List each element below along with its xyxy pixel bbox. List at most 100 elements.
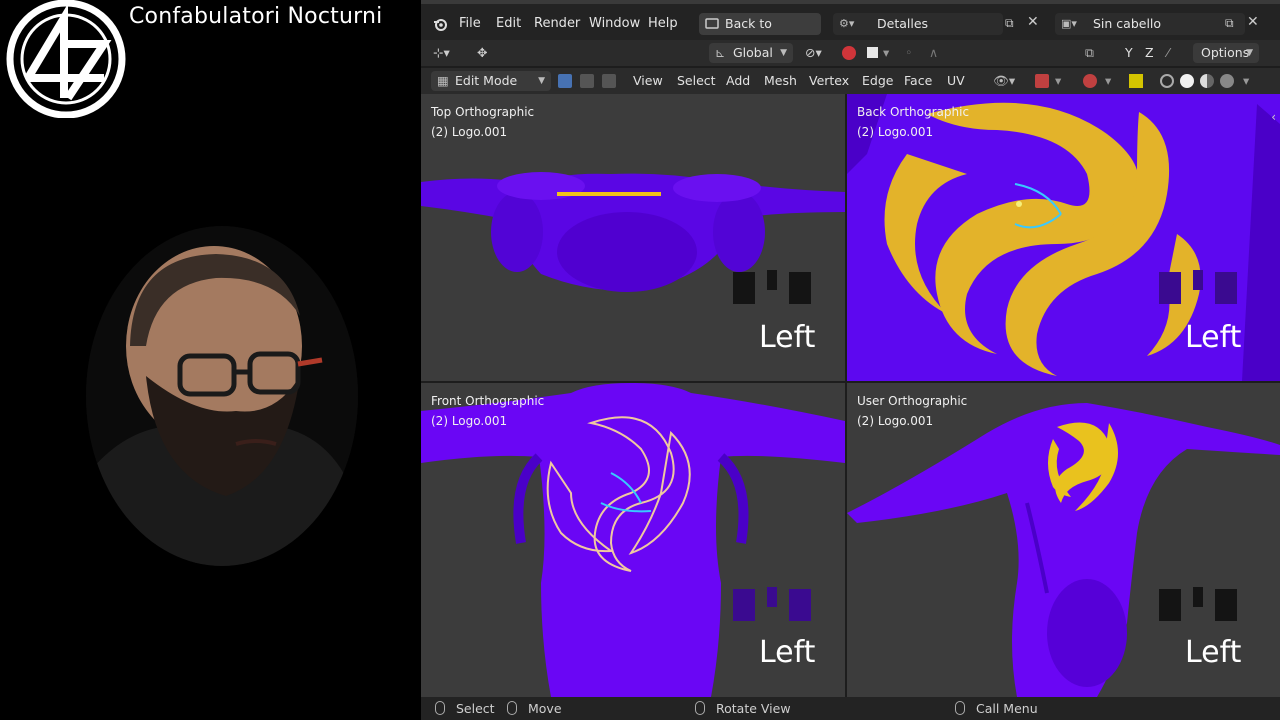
menu-view[interactable]: View (633, 68, 663, 94)
workspace-name: Detalles (877, 16, 929, 31)
channel-logo (6, 0, 126, 118)
scene-selector[interactable]: ▣▾ Sin cabello (1055, 13, 1245, 35)
scene-name: Sin cabello (1093, 16, 1162, 31)
viewport-top[interactable]: Top Orthographic (2) Logo.001 Left (421, 94, 845, 381)
viewport-object: (2) Logo.001 (431, 414, 508, 428)
options-dropdown[interactable]: Options ▼ (1193, 43, 1259, 63)
face-select-icon[interactable] (602, 74, 616, 88)
viewport-corner-text: Left (759, 635, 816, 670)
overlay-chevron-icon[interactable]: ▾ (883, 40, 889, 66)
chevron-down-icon: ▼ (780, 48, 787, 58)
snap-icon[interactable]: ⊘▾ (805, 40, 822, 66)
gizmo-toggle-icon[interactable] (1035, 74, 1049, 88)
viewport-front-label: Front Orthographic (2) Logo.001 (431, 391, 544, 431)
viewport-top-label: Top Orthographic (2) Logo.001 (431, 102, 534, 142)
material-shading-icon[interactable] (1200, 74, 1214, 88)
orientation-value: Global (733, 45, 773, 60)
viewport-user-label: User Orthographic (2) Logo.001 (857, 391, 967, 431)
right-mouse-icon (955, 701, 965, 715)
viewport-name: Front Orthographic (431, 394, 545, 408)
menu-mesh[interactable]: Mesh (764, 68, 797, 94)
menu-help[interactable]: Help (648, 10, 678, 38)
navigation-gizmo[interactable] (1159, 270, 1239, 304)
viewport-name: User Orthographic (857, 394, 968, 408)
webcam-feed (86, 226, 358, 566)
overlay-toggle-icon[interactable] (867, 47, 878, 58)
overlays-chevron-icon[interactable]: ▾ (1105, 68, 1111, 94)
close-scene-icon[interactable]: ✕ (1247, 14, 1259, 30)
move-tool-icon[interactable]: ✥ (477, 40, 487, 66)
middle-mouse-icon (695, 701, 705, 715)
status-call-menu: Call Menu (976, 701, 1038, 716)
vertex-select-icon[interactable] (558, 74, 572, 88)
orientation-dropdown[interactable]: ⊾ Global ▼ (709, 43, 793, 63)
wireframe-shading-icon[interactable] (1160, 74, 1174, 88)
status-move: Move (528, 701, 562, 716)
visibility-icon[interactable]: 👁▾ (993, 68, 1015, 94)
menu-select[interactable]: Select (677, 68, 716, 94)
mirror-icon[interactable]: ⧉ (1085, 40, 1094, 66)
navigation-gizmo[interactable] (1159, 587, 1239, 621)
status-select: Select (456, 701, 495, 716)
viewport-object: (2) Logo.001 (431, 125, 508, 139)
navigation-gizmo[interactable] (733, 270, 813, 304)
menu-vertex[interactable]: Vertex (809, 68, 849, 94)
viewport-header-tools: ⊹▾ ✥ ⊾ Global ▼ ⊘▾ ▾ ◦ ∧ ⧉ Y Z ⁄ Options… (421, 40, 1280, 66)
viewport-corner-text: Left (1185, 320, 1242, 355)
menu-edge[interactable]: Edge (862, 68, 893, 94)
menu-file[interactable]: File (459, 10, 481, 38)
chevron-down-icon: ▼ (538, 76, 545, 86)
gizmo-chevron-icon[interactable]: ▾ (1055, 68, 1061, 94)
rendered-shading-icon[interactable] (1220, 74, 1234, 88)
viewport-back[interactable]: Back Orthographic (2) Logo.001 Left ‹ (847, 94, 1280, 381)
menu-face[interactable]: Face (904, 68, 932, 94)
viewport-header-menu: ▦ Edit Mode ▼ View Select Add Mesh Verte… (421, 68, 1280, 94)
proportional-edit-icon[interactable] (842, 46, 856, 60)
menu-render[interactable]: Render (534, 10, 580, 38)
blender-window: File Edit Render Window Help Back to Pre… (421, 0, 1280, 720)
viewport-name: Top Orthographic (431, 105, 535, 119)
screen-icon (705, 18, 719, 29)
menu-uv[interactable]: UV (947, 68, 965, 94)
viewport-name: Back Orthographic (857, 105, 970, 119)
mode-value: Edit Mode (455, 73, 518, 88)
new-workspace-icon[interactable]: ⧉ (1005, 16, 1014, 31)
close-workspace-icon[interactable]: ✕ (1027, 14, 1039, 30)
status-rotate-view: Rotate View (716, 701, 791, 716)
axis-z-toggle[interactable]: Z (1145, 40, 1154, 66)
left-mouse-icon (435, 701, 445, 715)
transform-pivot-icon[interactable]: ⊹▾ (433, 40, 450, 66)
viewport-back-label: Back Orthographic (2) Logo.001 (857, 102, 969, 142)
navigation-gizmo[interactable] (733, 587, 813, 621)
viewport-object: (2) Logo.001 (857, 414, 934, 428)
solid-shading-icon[interactable] (1180, 74, 1194, 88)
falloff-icon[interactable]: ∧ (929, 40, 938, 66)
viewport-user[interactable]: User Orthographic (2) Logo.001 Left (847, 383, 1280, 697)
mode-dropdown[interactable]: ▦ Edit Mode ▼ (431, 71, 551, 91)
menu-edit[interactable]: Edit (496, 10, 521, 38)
new-scene-icon[interactable]: ⧉ (1225, 16, 1234, 31)
back-to-previous-button[interactable]: Back to Previous (699, 13, 821, 53)
snap-target-icon[interactable]: ◦ (905, 40, 912, 66)
menu-window[interactable]: Window (589, 10, 640, 38)
chevron-down-icon: ▼ (1246, 48, 1253, 58)
channel-name: Confabulatori Nocturni (129, 4, 383, 29)
workspace-icon: ⚙▾ (839, 17, 855, 30)
xray-toggle-icon[interactable] (1129, 74, 1143, 88)
edit-mode-icon: ▦ (437, 73, 449, 88)
axis-y-toggle[interactable]: Y (1125, 40, 1133, 66)
overlays-toggle-icon[interactable] (1083, 74, 1097, 88)
viewport-object: (2) Logo.001 (857, 125, 934, 139)
viewport-corner-text: Left (759, 320, 816, 355)
scene-icon: ▣▾ (1061, 17, 1077, 30)
menu-add[interactable]: Add (726, 68, 750, 94)
viewport-corner-text: Left (1185, 635, 1242, 670)
viewport-front[interactable]: Front Orthographic (2) Logo.001 Left (421, 383, 845, 697)
edge-select-icon[interactable] (580, 74, 594, 88)
workspace-selector[interactable]: ⚙▾ Detalles (833, 13, 1003, 35)
topology-icon[interactable]: ⁄ (1167, 40, 1169, 66)
sidebar-toggle-icon[interactable]: ‹ (1271, 110, 1276, 124)
middle-drag-icon (507, 701, 517, 715)
blender-logo-icon[interactable] (433, 18, 447, 32)
shading-chevron-icon[interactable]: ▾ (1243, 68, 1249, 94)
